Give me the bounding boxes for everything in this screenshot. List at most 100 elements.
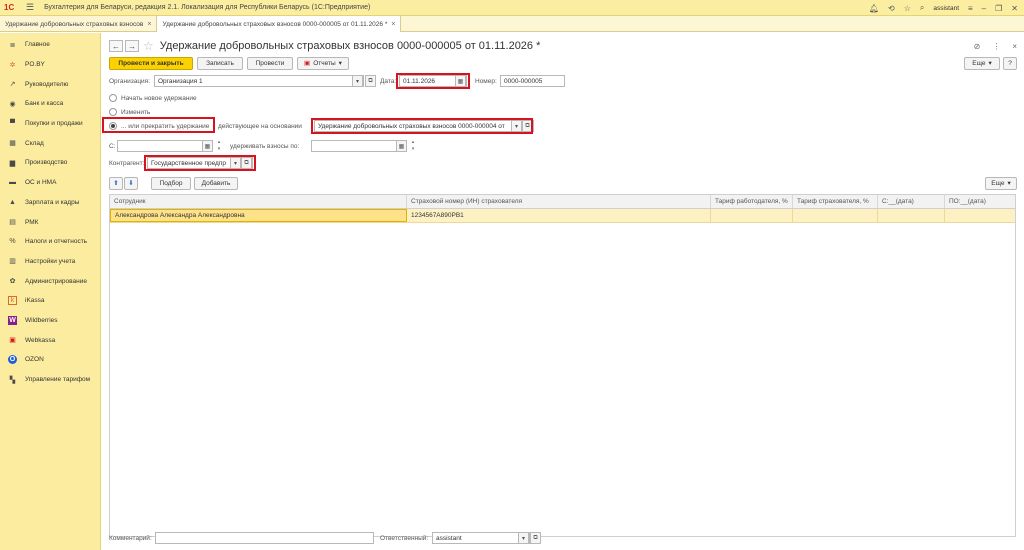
history-icon[interactable]: ⟲ [888,4,895,13]
table-cell[interactable] [878,209,945,222]
sidebar-item-management[interactable]: ↗ Руководителю [0,74,100,94]
sidebar-item-taxes[interactable]: % Налоги и отчетность [0,232,100,252]
move-down-button[interactable]: ⬇ [124,176,138,190]
factory-icon: ▆ [9,159,16,167]
settings-menu-icon[interactable]: ≡ [968,4,973,13]
sidebar-item-bank[interactable]: ◉ Банк и касса [0,94,100,114]
sidebar-item-label: РМК [25,218,39,226]
document-form: ← → ☆ Удержание добровольных страховых в… [102,33,1024,550]
sidebar-item-warehouse[interactable]: ▦ Склад [0,133,100,153]
open-icon[interactable]: ⧉ [530,532,541,544]
title-bar: 1С ☰ Бухгалтерия для Беларуси, редакция … [0,0,1024,16]
restore-icon[interactable]: ❐ [995,4,1002,13]
reports-button[interactable]: ▣ Отчеты ▾ [297,56,349,70]
ozon-icon: O [8,355,17,365]
from-field[interactable]: ▦ [117,140,213,152]
column-header[interactable]: Сотрудник [110,195,407,208]
sidebar-item-tariff[interactable]: ▚ Управление тарифом [0,370,100,390]
sidebar-item-label: Налоги и отчетность [25,238,88,246]
employees-table: Сотрудник Страховой номер (ИН) страховат… [109,194,1016,537]
more-button[interactable]: Еще ▾ [964,56,1000,70]
forward-button[interactable]: → [125,40,139,52]
column-header[interactable]: Страховой номер (ИН) страхователя [407,195,711,208]
close-form-icon[interactable]: × [1012,42,1017,51]
app-logo: 1С [4,2,15,12]
sidebar-item-accounting-settings[interactable]: ▥ Настройки учета [0,252,100,272]
radio-new[interactable]: Начать новое удержание [109,93,197,103]
column-header[interactable]: ПО:__(дата) [945,195,1015,208]
register-icon: ▤ [9,219,16,227]
calendar-icon[interactable]: ▦ [202,140,213,152]
until-field[interactable]: ▦ [311,140,407,152]
sidebar-item-assets[interactable]: ▬ ОС и НМА [0,173,100,193]
sidebar-item-salary[interactable]: ▲ Зарплата и кадры [0,193,100,213]
tab-close-icon[interactable]: × [391,21,395,28]
radio-change-label: Изменить [121,108,151,116]
from-label: С: [109,143,116,150]
tab-deduction-doc[interactable]: Удержание добровольных страховых взносов… [157,16,402,32]
sidebar-item-poby[interactable]: ✲ PO.BY [0,55,100,75]
table-cell[interactable]: Александрова Александра Александровна [110,209,407,222]
comment-field[interactable] [155,532,374,544]
table-cell[interactable]: 1234567A890PB1 [407,209,711,222]
settings-list-icon: ▥ [9,258,16,266]
sidebar-item-label: Банк и касса [25,100,64,108]
sidebar-item-sales[interactable]: ▀ Покупки и продажи [0,114,100,134]
org-field[interactable]: Организация 1 ▾ ⧉ [154,75,376,87]
person-icon: ▲ [9,198,16,206]
column-header[interactable]: Тариф работодателя, % [711,195,793,208]
table-cell[interactable] [945,209,1015,222]
from-spinner[interactable]: ▴ ▾ [214,139,224,153]
select-button[interactable]: Подбор [151,176,191,190]
table-cell[interactable] [711,209,793,222]
link-icon[interactable]: ⊘ [974,42,981,51]
close-window-icon[interactable]: ✕ [1011,4,1018,13]
date-label: Дата: [380,78,397,85]
sidebar-item-webkassa[interactable]: ▣ Webkassa [0,330,100,350]
save-button[interactable]: Записать [197,56,243,70]
table-row[interactable]: Александрова Александра Александровна 12… [110,209,1015,223]
tab-deduction-list[interactable]: Удержание добровольных страховых взносов… [0,16,158,32]
sidebar-item-main[interactable]: ≣ Главное [0,35,100,55]
move-up-button[interactable]: ⬆ [109,176,123,190]
sidebar-item-production[interactable]: ▆ Производство [0,153,100,173]
dropdown-icon[interactable]: ▾ [352,75,363,87]
post-and-close-button[interactable]: Провести и закрыть [109,56,193,70]
tab-close-icon[interactable]: × [147,21,151,28]
table-more-button[interactable]: Еще ▾ [985,176,1017,190]
notifications-icon[interactable]: 🔔︎ [869,4,879,13]
open-icon[interactable]: ⧉ [365,75,376,87]
sidebar-item-ozon[interactable]: O OZON [0,350,100,370]
search-icon[interactable]: ⌕ [920,3,924,13]
sidebar-item-label: OZON [25,356,44,364]
dropdown-icon[interactable]: ▾ [518,532,529,544]
radio-circle[interactable] [109,108,117,116]
favorite-star-icon[interactable]: ☆ [143,39,154,53]
help-button[interactable]: ? [1003,56,1017,70]
table-cell[interactable] [793,209,878,222]
main-menu-icon[interactable]: ☰ [26,2,34,13]
user-name[interactable]: assistant [933,5,959,12]
column-header[interactable]: Тариф страхователя, % [793,195,878,208]
number-field[interactable]: 0000-000005 [500,75,565,87]
warehouse-icon: ▦ [9,140,16,148]
sidebar-item-admin[interactable]: ✿ Администрирование [0,271,100,291]
column-header[interactable]: С:__(дата) [878,195,945,208]
cart-icon: ▀ [10,120,15,128]
calendar-icon[interactable]: ▦ [396,140,407,152]
radio-circle[interactable] [109,94,117,102]
until-spinner[interactable]: ▴ ▾ [408,139,418,153]
sidebar-item-label: Wildberries [25,316,58,324]
responsible-field[interactable]: assistant ▾ ⧉ [432,532,541,544]
add-button[interactable]: Добавить [194,176,238,190]
sidebar-item-ikassa[interactable]: k iKassa [0,291,100,311]
minimize-icon[interactable]: – [982,4,986,13]
post-button[interactable]: Провести [247,56,293,70]
favorites-icon[interactable]: ☆ [904,4,911,13]
back-button[interactable]: ← [109,40,123,52]
radio-change[interactable]: Изменить [109,107,150,117]
sidebar-item-wildberries[interactable]: W Wildberries [0,311,100,331]
sidebar-item-rmk[interactable]: ▤ РМК [0,212,100,232]
more-actions-icon[interactable]: ⋮ [992,42,1000,51]
responsible-value: assistant [436,534,462,542]
